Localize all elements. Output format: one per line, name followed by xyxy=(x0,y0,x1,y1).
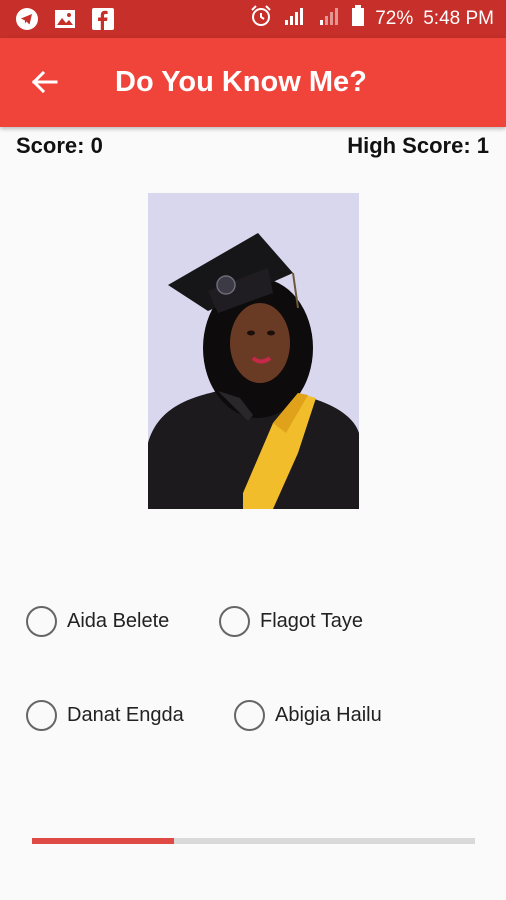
status-right: 72% 5:48 PM xyxy=(249,0,494,38)
option-abigia-hailu[interactable]: Abigia Hailu xyxy=(234,700,382,731)
progress-fill xyxy=(32,838,174,844)
battery-percent: 72% xyxy=(375,8,414,29)
battery-icon xyxy=(351,5,365,33)
signal-weak-icon xyxy=(319,6,341,32)
back-button[interactable] xyxy=(22,60,66,104)
radio-button[interactable] xyxy=(234,700,265,731)
facebook-icon xyxy=(90,7,116,31)
telegram-icon xyxy=(14,7,40,31)
option-label: Danat Engda xyxy=(67,704,184,726)
high-score-label: High Score: 1 xyxy=(347,133,489,158)
option-label: Flagot Taye xyxy=(260,610,364,632)
option-flagot-taye[interactable]: Flagot Taye xyxy=(219,606,363,637)
radio-button[interactable] xyxy=(219,606,250,637)
radio-button[interactable] xyxy=(26,606,57,637)
radio-button[interactable] xyxy=(26,700,57,731)
status-bar: 72% 5:48 PM xyxy=(0,0,506,38)
arrow-left-icon xyxy=(31,70,58,94)
signal-icon xyxy=(283,6,309,32)
score-label: Score: 0 xyxy=(16,133,103,158)
clock: 5:48 PM xyxy=(423,8,494,29)
alarm-icon xyxy=(249,4,273,34)
person-photo xyxy=(148,193,359,509)
option-label: Abigia Hailu xyxy=(275,704,382,726)
app-bar: Do You Know Me? xyxy=(0,38,506,127)
option-danat-engda[interactable]: Danat Engda xyxy=(26,700,184,731)
image-icon xyxy=(52,7,78,31)
option-label: Aida Belete xyxy=(67,610,170,632)
page-title: Do You Know Me? xyxy=(115,66,367,98)
status-left-icons xyxy=(14,7,116,31)
option-aida-belete[interactable]: Aida Belete xyxy=(26,606,169,637)
progress-bar xyxy=(32,838,475,844)
